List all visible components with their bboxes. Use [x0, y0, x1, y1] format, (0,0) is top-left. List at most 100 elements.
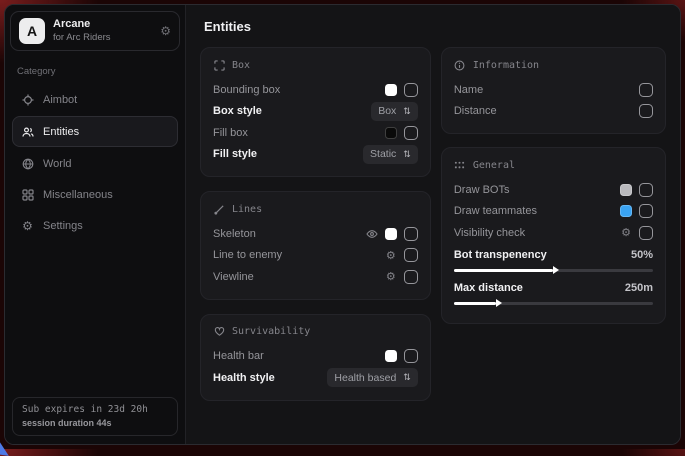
slider-fill	[454, 269, 554, 272]
slider-value: 250m	[625, 282, 653, 294]
row-label: Health bar	[213, 350, 264, 362]
max-distance-slider-group: Max distance 250m	[454, 279, 653, 305]
viewline-checkbox[interactable]	[404, 270, 418, 284]
app-subtitle: for Arc Riders	[53, 32, 111, 44]
page-title: Entities	[204, 19, 666, 34]
row-label: Max distance	[454, 282, 523, 294]
sidebar-item-world[interactable]: World	[12, 149, 178, 178]
slider-value: 50%	[631, 249, 653, 261]
color-swatch[interactable]	[385, 127, 397, 139]
bot-transparency-slider[interactable]	[454, 269, 653, 272]
sidebar-item-entities[interactable]: Entities	[12, 116, 178, 147]
sidebar-item-label: Entities	[43, 126, 79, 138]
row-label: Box style	[213, 105, 262, 117]
globe-icon	[21, 157, 34, 170]
sidebar-item-label: World	[43, 158, 72, 170]
draw-bots-checkbox[interactable]	[639, 183, 653, 197]
row-box-style: Box style Box ⇅	[213, 101, 418, 123]
updown-arrows-icon: ⇅	[403, 373, 411, 382]
pencil-line-icon	[213, 203, 225, 215]
max-distance-slider[interactable]	[454, 302, 653, 305]
panel-information: Information Name Distance	[441, 47, 666, 134]
users-icon	[21, 125, 34, 138]
sidebar-item-miscellaneous[interactable]: Miscellaneous	[12, 180, 178, 209]
row-skeleton: Skeleton	[213, 223, 418, 245]
line-to-enemy-checkbox[interactable]	[404, 248, 418, 262]
row-line-to-enemy: Line to enemy ⚙	[213, 245, 418, 267]
row-label: Fill style	[213, 148, 257, 160]
panel-general: General Draw BOTs Draw teammates	[441, 147, 666, 324]
row-draw-teammates: Draw teammates	[454, 201, 653, 223]
crosshair-icon	[21, 93, 34, 106]
row-label: Draw teammates	[454, 205, 537, 217]
dropdown-value: Box	[378, 105, 396, 117]
fill-style-dropdown[interactable]: Static ⇅	[363, 145, 418, 164]
sliders-grid-icon	[454, 159, 466, 171]
panel-title: Lines	[232, 204, 262, 215]
updown-arrows-icon: ⇅	[403, 150, 411, 159]
row-label: Distance	[454, 105, 497, 117]
row-label: Health style	[213, 372, 275, 384]
category-label: Category	[17, 66, 173, 77]
draw-teammates-checkbox[interactable]	[639, 204, 653, 218]
info-icon	[454, 59, 466, 71]
row-viewline: Viewline ⚙	[213, 266, 418, 288]
bounding-box-checkbox[interactable]	[404, 83, 418, 97]
row-label: Skeleton	[213, 228, 256, 240]
health-bar-checkbox[interactable]	[404, 349, 418, 363]
app-window: A Arcane for Arc Riders ⚙ Category Aimbo…	[4, 4, 681, 445]
row-name: Name	[454, 79, 653, 101]
color-swatch[interactable]	[385, 228, 397, 240]
dropdown-value: Static	[370, 148, 396, 160]
sidebar-item-aimbot[interactable]: Aimbot	[12, 85, 178, 114]
panel-lines: Lines Skeleton	[200, 191, 431, 300]
skeleton-checkbox[interactable]	[404, 227, 418, 241]
row-label: Bounding box	[213, 84, 280, 96]
sidebar-item-label: Settings	[43, 220, 83, 232]
box-brackets-icon	[213, 59, 225, 71]
gear-icon[interactable]: ⚙	[620, 227, 632, 239]
updown-arrows-icon: ⇅	[403, 107, 411, 116]
row-bounding-box: Bounding box	[213, 79, 418, 101]
color-swatch[interactable]	[385, 84, 397, 96]
visibility-check-checkbox[interactable]	[639, 226, 653, 240]
name-checkbox[interactable]	[639, 83, 653, 97]
row-health-style: Health style Health based ⇅	[213, 367, 418, 389]
row-draw-bots: Draw BOTs	[454, 179, 653, 201]
row-visibility-check: Visibility check ⚙	[454, 222, 653, 244]
fill-box-checkbox[interactable]	[404, 126, 418, 140]
session-duration-text: session duration 44s	[22, 418, 168, 428]
settings-gear-icon[interactable]: ⚙	[160, 24, 171, 38]
eye-icon[interactable]	[366, 228, 378, 240]
row-label: Viewline	[213, 271, 254, 283]
panel-title: Box	[232, 60, 250, 71]
panel-title: Survivability	[232, 326, 310, 337]
sidebar: A Arcane for Arc Riders ⚙ Category Aimbo…	[5, 5, 186, 444]
health-style-dropdown[interactable]: Health based ⇅	[327, 368, 417, 387]
panel-box: Box Bounding box Box style Box	[200, 47, 431, 177]
gear-icon: ⚙	[21, 219, 34, 232]
distance-checkbox[interactable]	[639, 104, 653, 118]
color-swatch[interactable]	[620, 205, 632, 217]
color-swatch[interactable]	[385, 350, 397, 362]
dropdown-value: Health based	[334, 372, 396, 384]
box-style-dropdown[interactable]: Box ⇅	[371, 102, 418, 121]
heart-icon	[213, 326, 225, 338]
row-fill-box: Fill box	[213, 122, 418, 144]
gear-icon[interactable]: ⚙	[385, 271, 397, 283]
row-label: Visibility check	[454, 227, 525, 239]
row-label: Name	[454, 84, 483, 96]
color-swatch[interactable]	[620, 184, 632, 196]
sub-expiry-text: Sub expires in 23d 20h	[22, 404, 168, 415]
panel-title: Information	[473, 60, 539, 71]
row-fill-style: Fill style Static ⇅	[213, 144, 418, 166]
sidebar-item-settings[interactable]: ⚙ Settings	[12, 211, 178, 240]
sidebar-item-label: Miscellaneous	[43, 189, 113, 201]
slider-fill	[454, 302, 496, 305]
row-label: Bot transpenency	[454, 249, 547, 261]
logo-card: A Arcane for Arc Riders ⚙	[10, 11, 180, 51]
gear-icon[interactable]: ⚙	[385, 249, 397, 261]
bot-transparency-slider-group: Bot transpenency 50%	[454, 246, 653, 272]
subscription-info-card: Sub expires in 23d 20h session duration …	[12, 397, 178, 436]
app-title: Arcane	[53, 18, 111, 32]
